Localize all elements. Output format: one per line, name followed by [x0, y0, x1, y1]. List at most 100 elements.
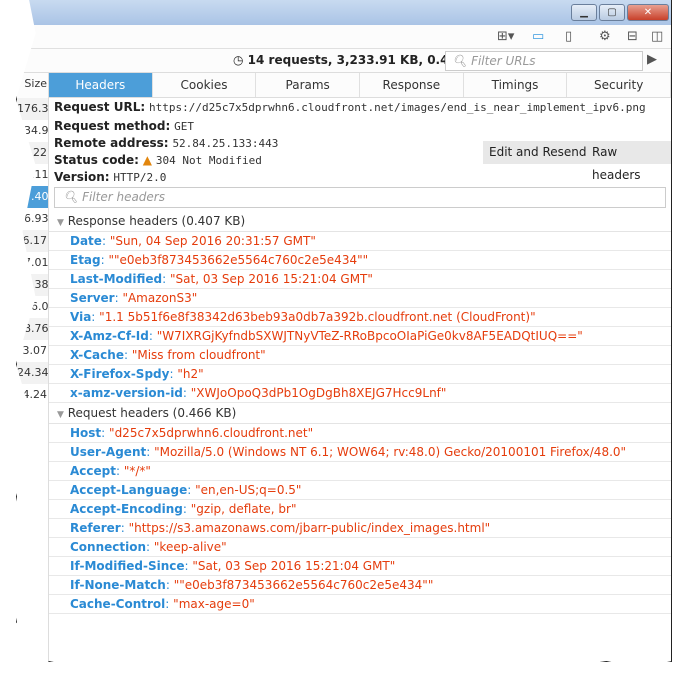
- colon: :: [182, 502, 187, 516]
- header-row: X-Cache: "Miss from cloudfront": [49, 346, 671, 365]
- header-name: Server: [70, 291, 115, 305]
- header-value: "XWJoOpoQ3dPb1OgDgBh8XEJG7Hcc9Lnf": [190, 386, 447, 400]
- search-icon: 🔍︎: [63, 190, 79, 204]
- dock-bottom-icon[interactable]: ⊟: [627, 29, 638, 44]
- header-name: Cache-Control: [70, 597, 166, 611]
- header-row: Last-Modified: "Sat, 03 Sep 2016 15:21:0…: [49, 270, 671, 289]
- request-row[interactable]: 3.22: [17, 142, 48, 164]
- header-name: Referer: [70, 521, 121, 535]
- header-name: Via: [70, 310, 92, 324]
- header-value: ""e0eb3f873453662e5564c760c2e5e434"": [173, 578, 434, 592]
- dock-side-icon[interactable]: ◫: [651, 29, 663, 44]
- request-summary: 14 requests, 3,233.91 KB, 0.40 s: [247, 53, 469, 67]
- response-headers-section[interactable]: ▼ Response headers (0.407 KB): [49, 211, 671, 232]
- header-value: "Sat, 03 Sep 2016 15:21:04 GMT": [170, 272, 373, 286]
- request-row[interactable]: 16.11: [17, 164, 48, 186]
- maximize-button[interactable]: ▢: [599, 4, 625, 21]
- raw-headers-button[interactable]: Raw headers: [586, 141, 671, 182]
- colon: :: [182, 386, 187, 400]
- tab-headers[interactable]: Headers: [49, 73, 153, 97]
- header-value: "keep-alive": [153, 540, 227, 554]
- tab-timings[interactable]: Timings: [464, 73, 568, 97]
- colon: :: [165, 597, 170, 611]
- filter-headers-input[interactable]: 🔍︎ Filter headers: [54, 187, 666, 208]
- stopwatch-icon: ◷: [233, 53, 244, 67]
- request-row[interactable]: 37.01: [17, 252, 48, 274]
- colon: :: [101, 426, 106, 440]
- request-row[interactable]: 27.40: [17, 186, 48, 208]
- console-icon[interactable]: ▭: [532, 29, 544, 44]
- close-button[interactable]: ✕: [627, 4, 669, 21]
- colon: :: [169, 367, 174, 381]
- header-value: "Sat, 03 Sep 2016 15:21:04 GMT": [192, 559, 396, 573]
- request-url: Request URL: https://d25c7x5dprwhn6.clou…: [54, 100, 646, 114]
- header-value: ""e0eb3f873453662e5564c760c2e5e434"": [108, 253, 369, 267]
- size-column-header[interactable]: Size: [17, 73, 48, 98]
- header-name: Connection: [70, 540, 147, 554]
- tab-response[interactable]: Response: [360, 73, 464, 97]
- devtools-window: ▁ ▢ ✕ ⊞▾ ▭ ▯ ⚙ ⊟ ◫ ◷ 14 requests, 3,233.…: [16, 0, 672, 662]
- header-name: Date: [70, 234, 102, 248]
- header-name: Host: [70, 426, 102, 440]
- status-code: Status code: ▲ 304 Not Modified: [54, 153, 262, 167]
- request-row[interactable]: 24.34: [17, 362, 48, 384]
- header-value: "h2": [177, 367, 204, 381]
- header-row: Connection: "keep-alive": [49, 538, 671, 557]
- tab-cookies[interactable]: Cookies: [153, 73, 257, 97]
- request-row[interactable]: 116.05: [17, 296, 48, 318]
- header-row: Accept-Language: "en,en-US;q=0.5": [49, 481, 671, 500]
- header-row: Accept: "*/*": [49, 462, 671, 481]
- header-value: "Mozilla/5.0 (Windows NT 6.1; WOW64; rv:…: [154, 445, 627, 459]
- collapse-triangle-icon: ▼: [57, 410, 64, 420]
- responsive-icon[interactable]: ▯: [565, 29, 572, 44]
- request-list: Size 176.33634.903.2216.1127.4016.936.17…: [17, 73, 49, 661]
- request-row[interactable]: 24.38: [17, 274, 48, 296]
- header-name: X-Firefox-Spdy: [70, 367, 170, 381]
- header-name: x-amz-version-id: [70, 386, 183, 400]
- request-row[interactable]: 6.17: [17, 230, 48, 252]
- header-row: User-Agent: "Mozilla/5.0 (Windows NT 6.1…: [49, 443, 671, 462]
- request-row[interactable]: 38.76: [17, 318, 48, 340]
- colon: :: [101, 234, 106, 248]
- colon: :: [162, 272, 167, 286]
- header-value: "en,en-US;q=0.5": [195, 483, 302, 497]
- request-headers-section[interactable]: ▼ Request headers (0.466 KB): [49, 403, 671, 424]
- header-value: "https://s3.amazonaws.com/jbarr-public/i…: [128, 521, 491, 535]
- header-name: If-Modified-Since: [70, 559, 185, 573]
- filter-urls-input[interactable]: 🔍︎ Filter URLs: [445, 51, 643, 71]
- header-name: Accept-Encoding: [70, 502, 183, 516]
- header-name: X-Cache: [70, 348, 124, 362]
- request-row[interactable]: 176.33: [17, 98, 48, 120]
- request-row[interactable]: 16.93: [17, 208, 48, 230]
- request-row[interactable]: 3.07: [17, 340, 48, 362]
- tab-params[interactable]: Params: [256, 73, 361, 97]
- header-value: "*/*": [123, 464, 151, 478]
- header-row: X-Amz-Cf-Id: "W7IXRGjKyfndbSXWJTNyVTeZ-R…: [49, 327, 671, 346]
- colon: :: [120, 521, 125, 535]
- colon: :: [187, 483, 192, 497]
- minimize-button[interactable]: ▁: [571, 4, 597, 21]
- request-row[interactable]: 634.90: [17, 120, 48, 142]
- tab-security[interactable]: Security: [567, 73, 672, 97]
- header-name: X-Amz-Cf-Id: [70, 329, 149, 343]
- header-value: "d25c7x5dprwhn6.cloudfront.net": [109, 426, 314, 440]
- colon: :: [114, 291, 119, 305]
- gear-icon[interactable]: ⚙: [599, 29, 611, 44]
- header-name: Etag: [70, 253, 101, 267]
- header-value: "1.1 5b51f6e8f38342d63beb93a0db7a392b.cl…: [99, 310, 536, 324]
- header-value: "Miss from cloudfront": [131, 348, 266, 362]
- colon: :: [91, 310, 96, 324]
- header-name: If-None-Match: [70, 578, 166, 592]
- colon: :: [148, 329, 153, 343]
- request-row[interactable]: 4.24: [17, 384, 48, 406]
- toggle-sidebar-icon[interactable]: ▶: [647, 52, 657, 67]
- header-value: "AmazonS3": [122, 291, 198, 305]
- header-name: Accept-Language: [70, 483, 188, 497]
- header-value: "max-age=0": [173, 597, 255, 611]
- header-name: Accept: [70, 464, 116, 478]
- detail-tabs: Headers Cookies Params Response Timings …: [49, 73, 672, 98]
- header-value: "gzip, deflate, br": [190, 502, 297, 516]
- edit-and-resend-button[interactable]: Edit and Resend: [483, 141, 593, 164]
- colon: :: [100, 253, 105, 267]
- layout-icon[interactable]: ⊞▾: [497, 29, 514, 44]
